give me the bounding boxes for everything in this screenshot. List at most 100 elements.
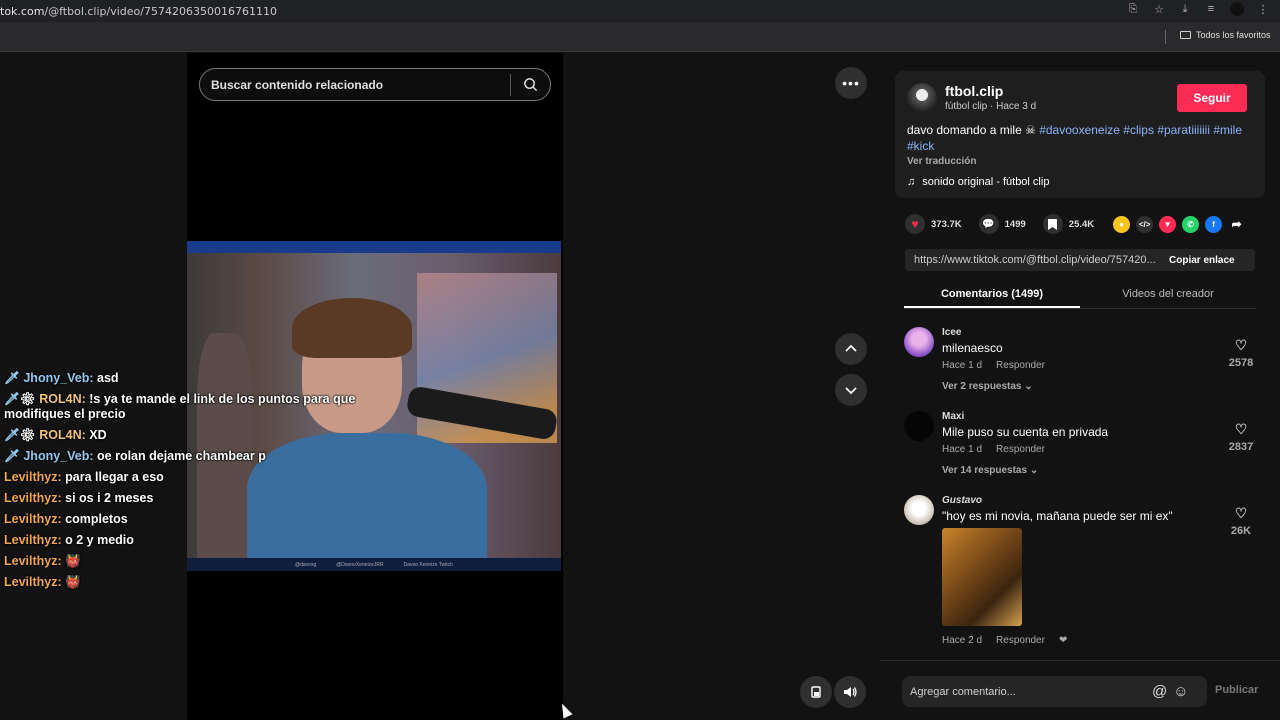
commenter-name[interactable]: Maxi	[942, 411, 964, 422]
heart-outline-icon: ♡	[1234, 505, 1248, 521]
chat-text: si os i 2 meses	[65, 491, 154, 505]
browser-toolbar: tok.com/@ftbol.clip/video/75742063500167…	[0, 0, 1280, 22]
hashtag[interactable]: #clips	[1123, 123, 1154, 137]
comment-like-button[interactable]: ♡ 2578	[1226, 337, 1256, 369]
address-bar[interactable]: tok.com/@ftbol.clip/video/75742063500167…	[0, 5, 277, 18]
commenter-avatar[interactable]	[904, 495, 934, 525]
reply-button[interactable]: Responder	[996, 444, 1045, 455]
tab-creator-videos[interactable]: Videos del creador	[1080, 279, 1256, 308]
share-buttons: ● </> ▼ ✆ f ➦	[1113, 215, 1245, 233]
chat-user: ROL4N:	[39, 392, 86, 406]
follow-button[interactable]: Seguir	[1177, 84, 1247, 112]
comment-time: Hace 1 d	[942, 444, 983, 455]
view-replies-label: Ver 14 respuestas	[942, 465, 1028, 476]
embed-code-icon[interactable]: </>	[1136, 215, 1154, 233]
comment-meta: Hace 1 d Responder	[942, 444, 1045, 455]
share-arrow-icon[interactable]: ➦	[1228, 216, 1245, 233]
previous-video-button[interactable]	[835, 333, 867, 365]
chat-text: para llegar a eso	[65, 470, 164, 484]
view-replies-button[interactable]: Ver 14 respuestas ⌄	[942, 465, 1038, 476]
hashtag[interactable]: #paratiiiiiii	[1157, 123, 1210, 137]
next-video-button[interactable]	[835, 374, 867, 406]
related-search-input[interactable]	[200, 77, 510, 92]
chat-message: 🗡⚙ ROL4N: XD	[4, 428, 364, 443]
folder-icon	[1180, 31, 1191, 39]
comment-like-button[interactable]: ♡ 2837	[1226, 421, 1256, 453]
creator-avatar[interactable]	[907, 83, 937, 113]
floating-player-button[interactable]	[800, 676, 832, 708]
chat-text: asd	[97, 371, 119, 385]
chat-message: 🗡⚙ ROL4N: !s ya te mande el link de los …	[4, 392, 364, 422]
commenter-name[interactable]: Gustavo	[942, 495, 982, 506]
chat-user: Jhony_Veb:	[23, 371, 94, 385]
comment-input[interactable]	[902, 685, 1152, 698]
hashtag[interactable]: #davooxeneize	[1039, 123, 1120, 137]
comment-like-button[interactable]: ♡ 26K	[1226, 505, 1256, 537]
mention-icon[interactable]: @	[1152, 683, 1167, 700]
comment-like-count: 2837	[1228, 441, 1254, 453]
comment-action[interactable]: 💬 1499	[978, 214, 1026, 234]
reply-button[interactable]: Responder	[996, 360, 1045, 371]
reply-button[interactable]: Responder	[996, 635, 1045, 646]
kebab-menu-icon[interactable]: ⋮	[1256, 2, 1270, 16]
send-to-friends-icon[interactable]: ▼	[1159, 215, 1177, 233]
emoji-icon[interactable]: ☺	[1173, 683, 1188, 700]
comment-text: Mile puso su cuenta en privada	[942, 425, 1109, 439]
comment-gif-image[interactable]	[942, 528, 1022, 626]
sound-link[interactable]: ♫ sonido original - fútbol clip	[907, 176, 1049, 188]
sound-label: sonido original - fútbol clip	[922, 176, 1050, 188]
chat-text: XD	[89, 428, 107, 442]
creator-subtitle: fútbol clip · Hace 3 d	[945, 101, 1037, 112]
creator-name[interactable]: ftbol.clip	[945, 83, 1003, 99]
chat-text: completos	[65, 512, 128, 526]
stream-chat-overlay: 🗡 Jhony_Veb: asd 🗡⚙ ROL4N: !s ya te mand…	[4, 371, 364, 596]
see-translation-link[interactable]: Ver traducción	[907, 156, 976, 167]
bookmarks-divider	[1165, 30, 1166, 44]
tab-comments[interactable]: Comentarios (1499)	[904, 279, 1080, 308]
commenter-name[interactable]: Icee	[942, 327, 961, 338]
sword-icon: 🗡	[4, 428, 20, 442]
facebook-icon[interactable]: f	[1205, 215, 1223, 233]
view-replies-button[interactable]: Ver 2 respuestas ⌄	[942, 381, 1033, 392]
copy-link-button[interactable]: Copiar enlace	[1167, 255, 1235, 266]
mod-badge-icon: ⚙	[19, 428, 36, 442]
bookmark-star-icon[interactable]: ☆	[1152, 2, 1166, 16]
volume-button[interactable]	[834, 676, 866, 708]
chevron-down-icon: ⌄	[1024, 381, 1033, 392]
bookmarks-bar: Todos los favoritos	[0, 22, 1280, 52]
video-link-row: https://www.tiktok.com/@ftbol.clip/video…	[905, 249, 1255, 271]
heart-icon: ♥	[905, 214, 925, 234]
chat-message: Levilthyz: 👹	[4, 575, 364, 590]
heart-outline-icon: ♡	[1234, 421, 1248, 437]
commenter-avatar[interactable]	[904, 411, 934, 441]
install-app-icon[interactable]: ⎘	[1126, 2, 1140, 16]
search-button[interactable]	[511, 70, 549, 100]
comment-text: milenaesco	[942, 341, 1003, 355]
commenter-avatar[interactable]	[904, 327, 934, 357]
emote-icon: 👹	[65, 575, 81, 589]
chevron-up-icon	[845, 344, 857, 352]
profile-avatar[interactable]	[1230, 2, 1244, 16]
coin-icon[interactable]: ●	[1113, 215, 1131, 233]
more-options-button[interactable]: •••	[835, 67, 867, 99]
download-icon[interactable]: ⤓	[1178, 2, 1192, 16]
save-count: 25.4K	[1068, 218, 1095, 230]
video-top-strip	[187, 241, 561, 253]
publish-button[interactable]: Publicar	[1215, 684, 1258, 696]
related-search-box	[199, 68, 551, 101]
post-caption: davo domando a mile ☠ #davooxeneize #cli…	[907, 123, 1252, 154]
like-action[interactable]: ♥ 373.7K	[905, 214, 962, 234]
whatsapp-icon[interactable]: ✆	[1182, 215, 1200, 233]
comment-time: Hace 2 d	[942, 635, 983, 646]
save-action[interactable]: 25.4K	[1042, 214, 1095, 234]
url-domain: tok.com	[0, 4, 45, 18]
all-bookmarks-button[interactable]: Todos los favoritos	[1180, 30, 1271, 40]
comment-like-count: 2578	[1228, 357, 1254, 369]
hashtag[interactable]: #kick	[907, 139, 934, 153]
video-url[interactable]: https://www.tiktok.com/@ftbol.clip/video…	[905, 254, 1167, 266]
hashtag[interactable]: #mile	[1213, 123, 1242, 137]
speaker-icon	[843, 687, 857, 697]
media-control-icon[interactable]: ≡	[1204, 2, 1218, 16]
comment-count: 1499	[1004, 218, 1026, 230]
chat-user: Levilthyz:	[4, 554, 62, 568]
